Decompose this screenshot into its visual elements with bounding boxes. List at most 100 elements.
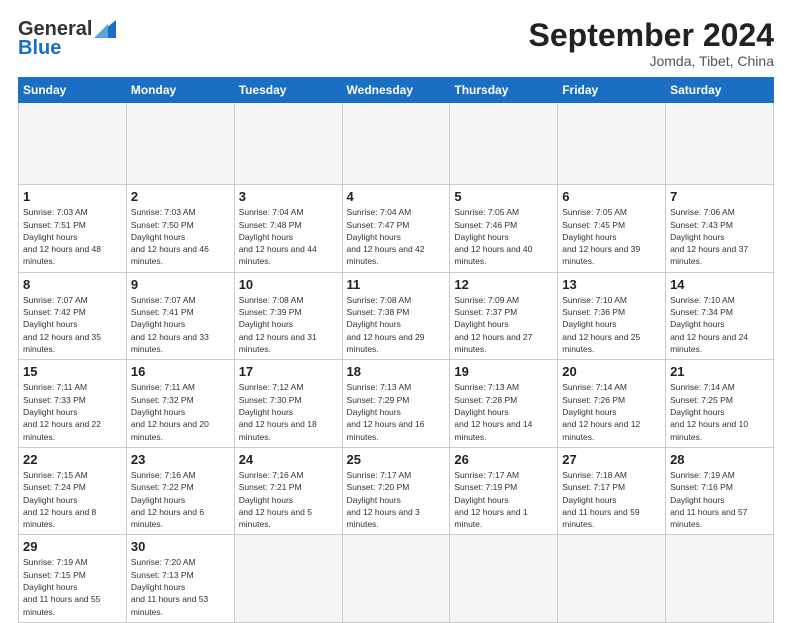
day-info: Sunrise: 7:17 AMSunset: 7:20 PMDaylight … — [347, 469, 446, 531]
day-info: Sunrise: 7:11 AMSunset: 7:33 PMDaylight … — [23, 381, 122, 443]
day-info: Sunrise: 7:14 AMSunset: 7:25 PMDaylight … — [670, 381, 769, 443]
day-number: 29 — [23, 539, 122, 554]
calendar-day: 4 Sunrise: 7:04 AMSunset: 7:47 PMDaylight… — [342, 185, 450, 273]
day-number: 26 — [454, 452, 553, 467]
calendar-day: 16 Sunrise: 7:11 AMSunset: 7:32 PMDayligh… — [126, 360, 234, 448]
calendar-week-row: 22 Sunrise: 7:15 AMSunset: 7:24 PMDayligh… — [19, 447, 774, 535]
day-info: Sunrise: 7:04 AMSunset: 7:48 PMDaylight … — [239, 206, 338, 268]
day-info: Sunrise: 7:08 AMSunset: 7:38 PMDaylight … — [347, 294, 446, 356]
day-number: 12 — [454, 277, 553, 292]
calendar-day: 13Sunrise: 7:10 AMSunset: 7:36 PMDayligh… — [558, 272, 666, 360]
col-friday: Friday — [558, 78, 666, 103]
calendar-day: 5 Sunrise: 7:05 AMSunset: 7:46 PMDaylight… — [450, 185, 558, 273]
calendar-day: 17Sunrise: 7:12 AMSunset: 7:30 PMDayligh… — [234, 360, 342, 448]
day-number: 22 — [23, 452, 122, 467]
day-number: 7 — [670, 189, 769, 204]
calendar-day: 14Sunrise: 7:10 AMSunset: 7:34 PMDayligh… — [666, 272, 774, 360]
col-monday: Monday — [126, 78, 234, 103]
col-thursday: Thursday — [450, 78, 558, 103]
calendar-page: General Blue September 2024 Jomda, Tibet… — [0, 0, 792, 612]
day-info: Sunrise: 7:16 AMSunset: 7:22 PMDaylight … — [131, 469, 230, 531]
calendar-day: 30Sunrise: 7:20 AMSunset: 7:13 PMDayligh… — [126, 535, 234, 623]
col-saturday: Saturday — [666, 78, 774, 103]
day-number: 28 — [670, 452, 769, 467]
calendar-day: 29 Sunrise: 7:19 AMSunset: 7:15 PMDayligh… — [19, 535, 127, 623]
calendar-day: 11 Sunrise: 7:08 AMSunset: 7:38 PMDayligh… — [342, 272, 450, 360]
day-info: Sunrise: 7:05 AMSunset: 7:46 PMDaylight … — [454, 206, 553, 268]
calendar-day — [342, 103, 450, 185]
calendar-day: 8 Sunrise: 7:07 AMSunset: 7:42 PMDaylight… — [19, 272, 127, 360]
logo-blue: Blue — [18, 37, 61, 60]
day-number: 2 — [131, 189, 230, 204]
title-area: September 2024 Jomda, Tibet, China — [529, 18, 774, 69]
calendar-week-row: 1 Sunrise: 7:03 AMSunset: 7:51 PMDaylight… — [19, 185, 774, 273]
calendar-day: 6 Sunrise: 7:05 AMSunset: 7:45 PMDaylight… — [558, 185, 666, 273]
day-info: Sunrise: 7:19 AMSunset: 7:16 PMDaylight … — [670, 469, 769, 531]
day-info: Sunrise: 7:11 AMSunset: 7:32 PMDaylight … — [131, 381, 230, 443]
day-info: Sunrise: 7:09 AMSunset: 7:37 PMDaylight … — [454, 294, 553, 356]
calendar-day: 27 Sunrise: 7:18 AMSunset: 7:17 PMDayligh… — [558, 447, 666, 535]
calendar-day: 3 Sunrise: 7:04 AMSunset: 7:48 PMDaylight… — [234, 185, 342, 273]
day-number: 8 — [23, 277, 122, 292]
day-number: 20 — [562, 364, 661, 379]
calendar-day — [558, 535, 666, 623]
day-number: 30 — [131, 539, 230, 554]
calendar-week-row: 15 Sunrise: 7:11 AMSunset: 7:33 PMDayligh… — [19, 360, 774, 448]
calendar-day — [19, 103, 127, 185]
calendar-day — [234, 103, 342, 185]
calendar-day: 19Sunrise: 7:13 AMSunset: 7:28 PMDayligh… — [450, 360, 558, 448]
calendar-day: 28 Sunrise: 7:19 AMSunset: 7:16 PMDayligh… — [666, 447, 774, 535]
day-info: Sunrise: 7:05 AMSunset: 7:45 PMDaylight … — [562, 206, 661, 268]
calendar-day: 26 Sunrise: 7:17 AMSunset: 7:19 PMDayligh… — [450, 447, 558, 535]
day-info: Sunrise: 7:07 AMSunset: 7:42 PMDaylight … — [23, 294, 122, 356]
header: General Blue September 2024 Jomda, Tibet… — [18, 18, 774, 69]
calendar-header-row: Sunday Monday Tuesday Wednesday Thursday… — [19, 78, 774, 103]
calendar-week-row: 29 Sunrise: 7:19 AMSunset: 7:15 PMDayligh… — [19, 535, 774, 623]
day-number: 4 — [347, 189, 446, 204]
day-number: 27 — [562, 452, 661, 467]
day-info: Sunrise: 7:13 AMSunset: 7:29 PMDaylight … — [347, 381, 446, 443]
calendar-day: 15 Sunrise: 7:11 AMSunset: 7:33 PMDayligh… — [19, 360, 127, 448]
day-number: 24 — [239, 452, 338, 467]
logo: General Blue — [18, 18, 116, 60]
day-number: 10 — [239, 277, 338, 292]
col-tuesday: Tuesday — [234, 78, 342, 103]
day-info: Sunrise: 7:03 AMSunset: 7:51 PMDaylight … — [23, 206, 122, 268]
day-number: 23 — [131, 452, 230, 467]
day-number: 16 — [131, 364, 230, 379]
location-subtitle: Jomda, Tibet, China — [529, 53, 774, 69]
day-info: Sunrise: 7:06 AMSunset: 7:43 PMDaylight … — [670, 206, 769, 268]
day-info: Sunrise: 7:19 AMSunset: 7:15 PMDaylight … — [23, 556, 122, 618]
day-number: 14 — [670, 277, 769, 292]
day-info: Sunrise: 7:04 AMSunset: 7:47 PMDaylight … — [347, 206, 446, 268]
col-sunday: Sunday — [19, 78, 127, 103]
calendar-day: 23 Sunrise: 7:16 AMSunset: 7:22 PMDayligh… — [126, 447, 234, 535]
day-number: 15 — [23, 364, 122, 379]
day-info: Sunrise: 7:15 AMSunset: 7:24 PMDaylight … — [23, 469, 122, 531]
calendar-day: 7 Sunrise: 7:06 AMSunset: 7:43 PMDaylight… — [666, 185, 774, 273]
day-info: Sunrise: 7:14 AMSunset: 7:26 PMDaylight … — [562, 381, 661, 443]
day-number: 6 — [562, 189, 661, 204]
calendar-day: 9Sunrise: 7:07 AMSunset: 7:41 PMDaylight… — [126, 272, 234, 360]
calendar-day: 25Sunrise: 7:17 AMSunset: 7:20 PMDayligh… — [342, 447, 450, 535]
calendar-day: 10Sunrise: 7:08 AMSunset: 7:39 PMDayligh… — [234, 272, 342, 360]
day-number: 9 — [131, 277, 230, 292]
day-number: 5 — [454, 189, 553, 204]
day-info: Sunrise: 7:18 AMSunset: 7:17 PMDaylight … — [562, 469, 661, 531]
calendar-day: 12 Sunrise: 7:09 AMSunset: 7:37 PMDayligh… — [450, 272, 558, 360]
calendar-day: 24 Sunrise: 7:16 AMSunset: 7:21 PMDayligh… — [234, 447, 342, 535]
col-wednesday: Wednesday — [342, 78, 450, 103]
day-number: 11 — [347, 277, 446, 292]
day-info: Sunrise: 7:17 AMSunset: 7:19 PMDaylight … — [454, 469, 553, 531]
calendar-day — [450, 103, 558, 185]
calendar-day: 1 Sunrise: 7:03 AMSunset: 7:51 PMDaylight… — [19, 185, 127, 273]
day-number: 3 — [239, 189, 338, 204]
day-info: Sunrise: 7:16 AMSunset: 7:21 PMDaylight … — [239, 469, 338, 531]
day-number: 1 — [23, 189, 122, 204]
day-info: Sunrise: 7:10 AMSunset: 7:36 PMDaylight … — [562, 294, 661, 356]
day-info: Sunrise: 7:03 AMSunset: 7:50 PMDaylight … — [131, 206, 230, 268]
logo-icon — [94, 20, 116, 38]
calendar-day — [666, 535, 774, 623]
calendar-day — [342, 535, 450, 623]
calendar-day: 20 Sunrise: 7:14 AMSunset: 7:26 PMDayligh… — [558, 360, 666, 448]
